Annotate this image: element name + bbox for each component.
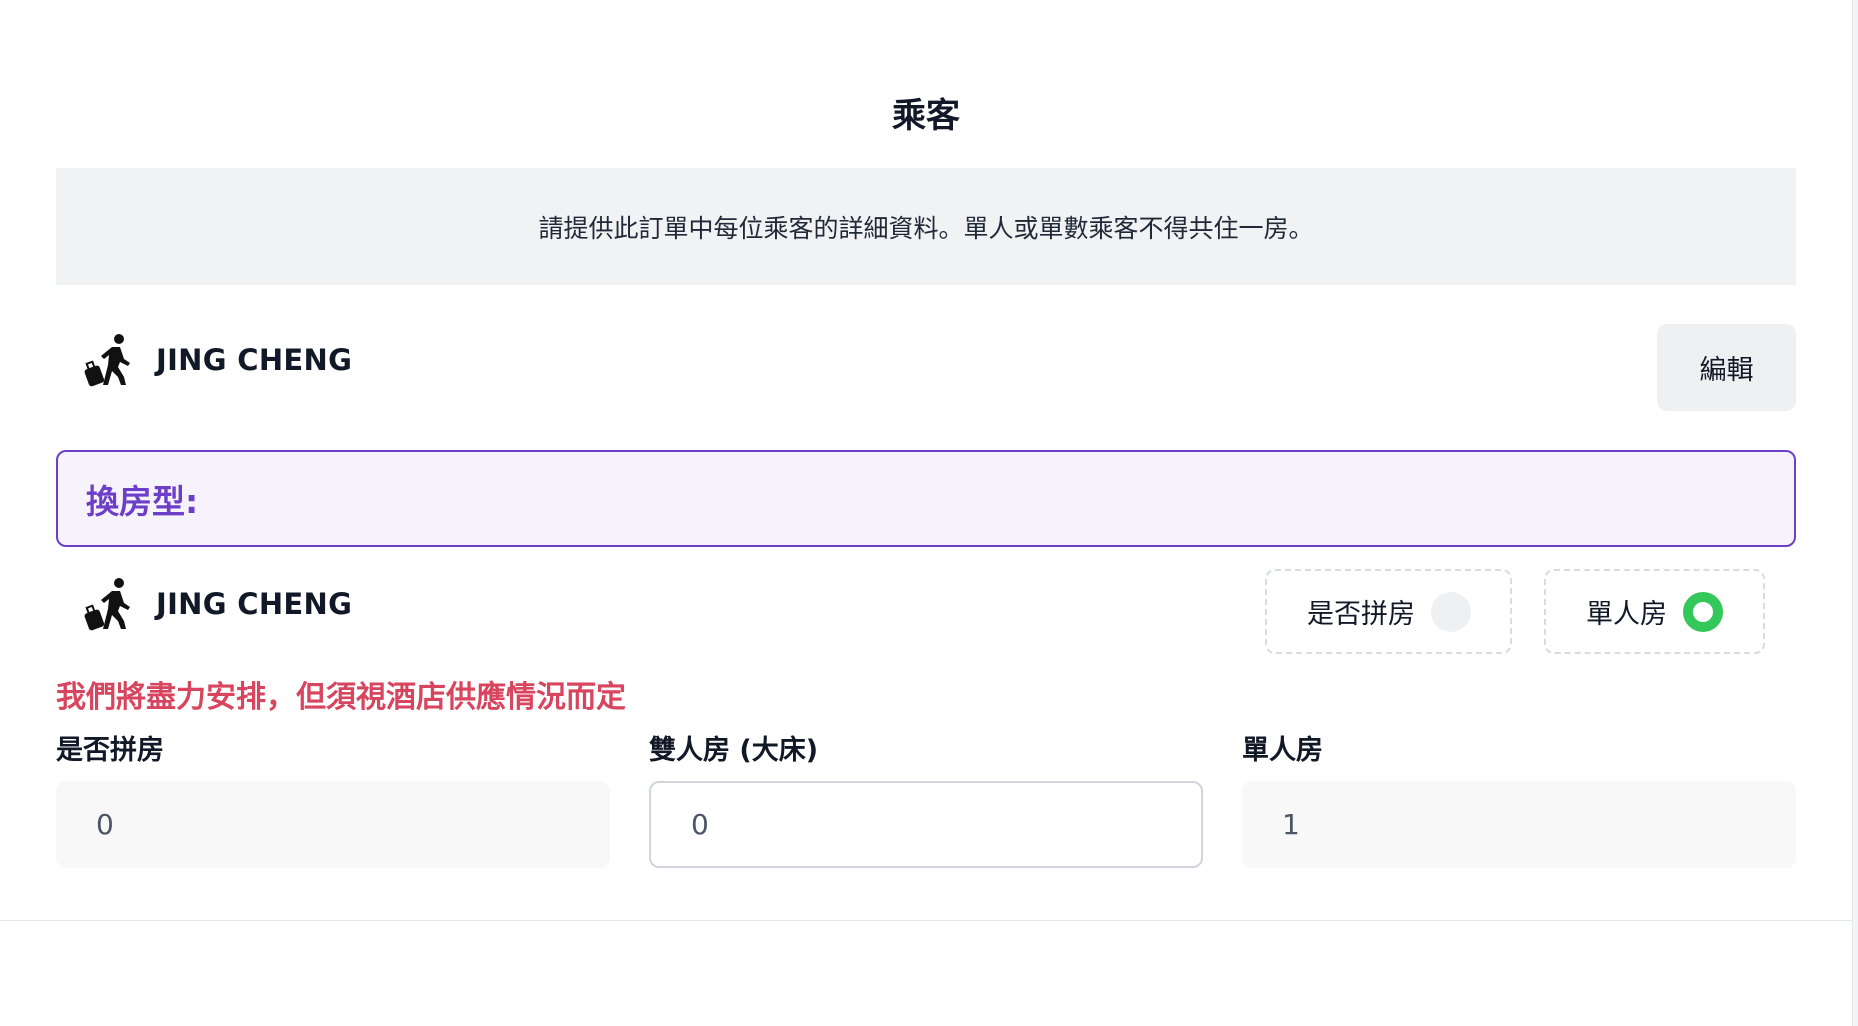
option-share-room-label: 是否拼房 xyxy=(1307,599,1415,630)
passenger-page: 乘客 請提供此訂單中每位乘客的詳細資料。單人或單數乘客不得共住一房。 JING … xyxy=(0,0,1858,1026)
share-room-count-label: 是否拼房 xyxy=(56,735,164,766)
share-room-radio[interactable] xyxy=(1431,591,1471,632)
passenger-name: JING CHENG xyxy=(156,343,353,377)
traveler-with-luggage-icon xyxy=(82,575,140,633)
info-notice: 請提供此訂單中每位乘客的詳細資料。單人或單數乘客不得共住一房。 xyxy=(56,168,1796,285)
option-share-room[interactable]: 是否拼房 xyxy=(1265,569,1512,654)
single-room-radio[interactable] xyxy=(1683,591,1723,632)
room-type-passenger-row: JING CHENG xyxy=(56,560,1796,648)
option-single-room-label: 單人房 xyxy=(1586,599,1667,630)
info-notice-text: 請提供此訂單中每位乘客的詳細資料。單人或單數乘客不得共住一房。 xyxy=(538,213,1314,243)
double-room-count-input[interactable]: 0 xyxy=(649,781,1203,868)
scrollbar-track[interactable] xyxy=(1852,0,1858,1026)
passenger-name: JING CHENG xyxy=(156,587,353,621)
edit-button[interactable]: 編輯 xyxy=(1657,324,1796,411)
share-room-count-field: 0 xyxy=(56,781,610,868)
passenger-row: JING CHENG xyxy=(56,316,1796,404)
option-single-room[interactable]: 單人房 xyxy=(1544,569,1765,654)
room-type-label: 換房型: xyxy=(86,481,199,521)
traveler-with-luggage-icon xyxy=(82,331,140,389)
room-type-header: 換房型: xyxy=(56,450,1796,547)
double-room-count-label: 雙人房 (大床) xyxy=(649,735,819,766)
section-divider xyxy=(0,920,1852,921)
page-title: 乘客 xyxy=(892,96,960,136)
single-room-count-label: 單人房 xyxy=(1242,735,1323,766)
availability-warning: 我們將盡力安排，但須視酒店供應情況而定 xyxy=(56,680,626,715)
single-room-count-field: 1 xyxy=(1242,781,1796,868)
